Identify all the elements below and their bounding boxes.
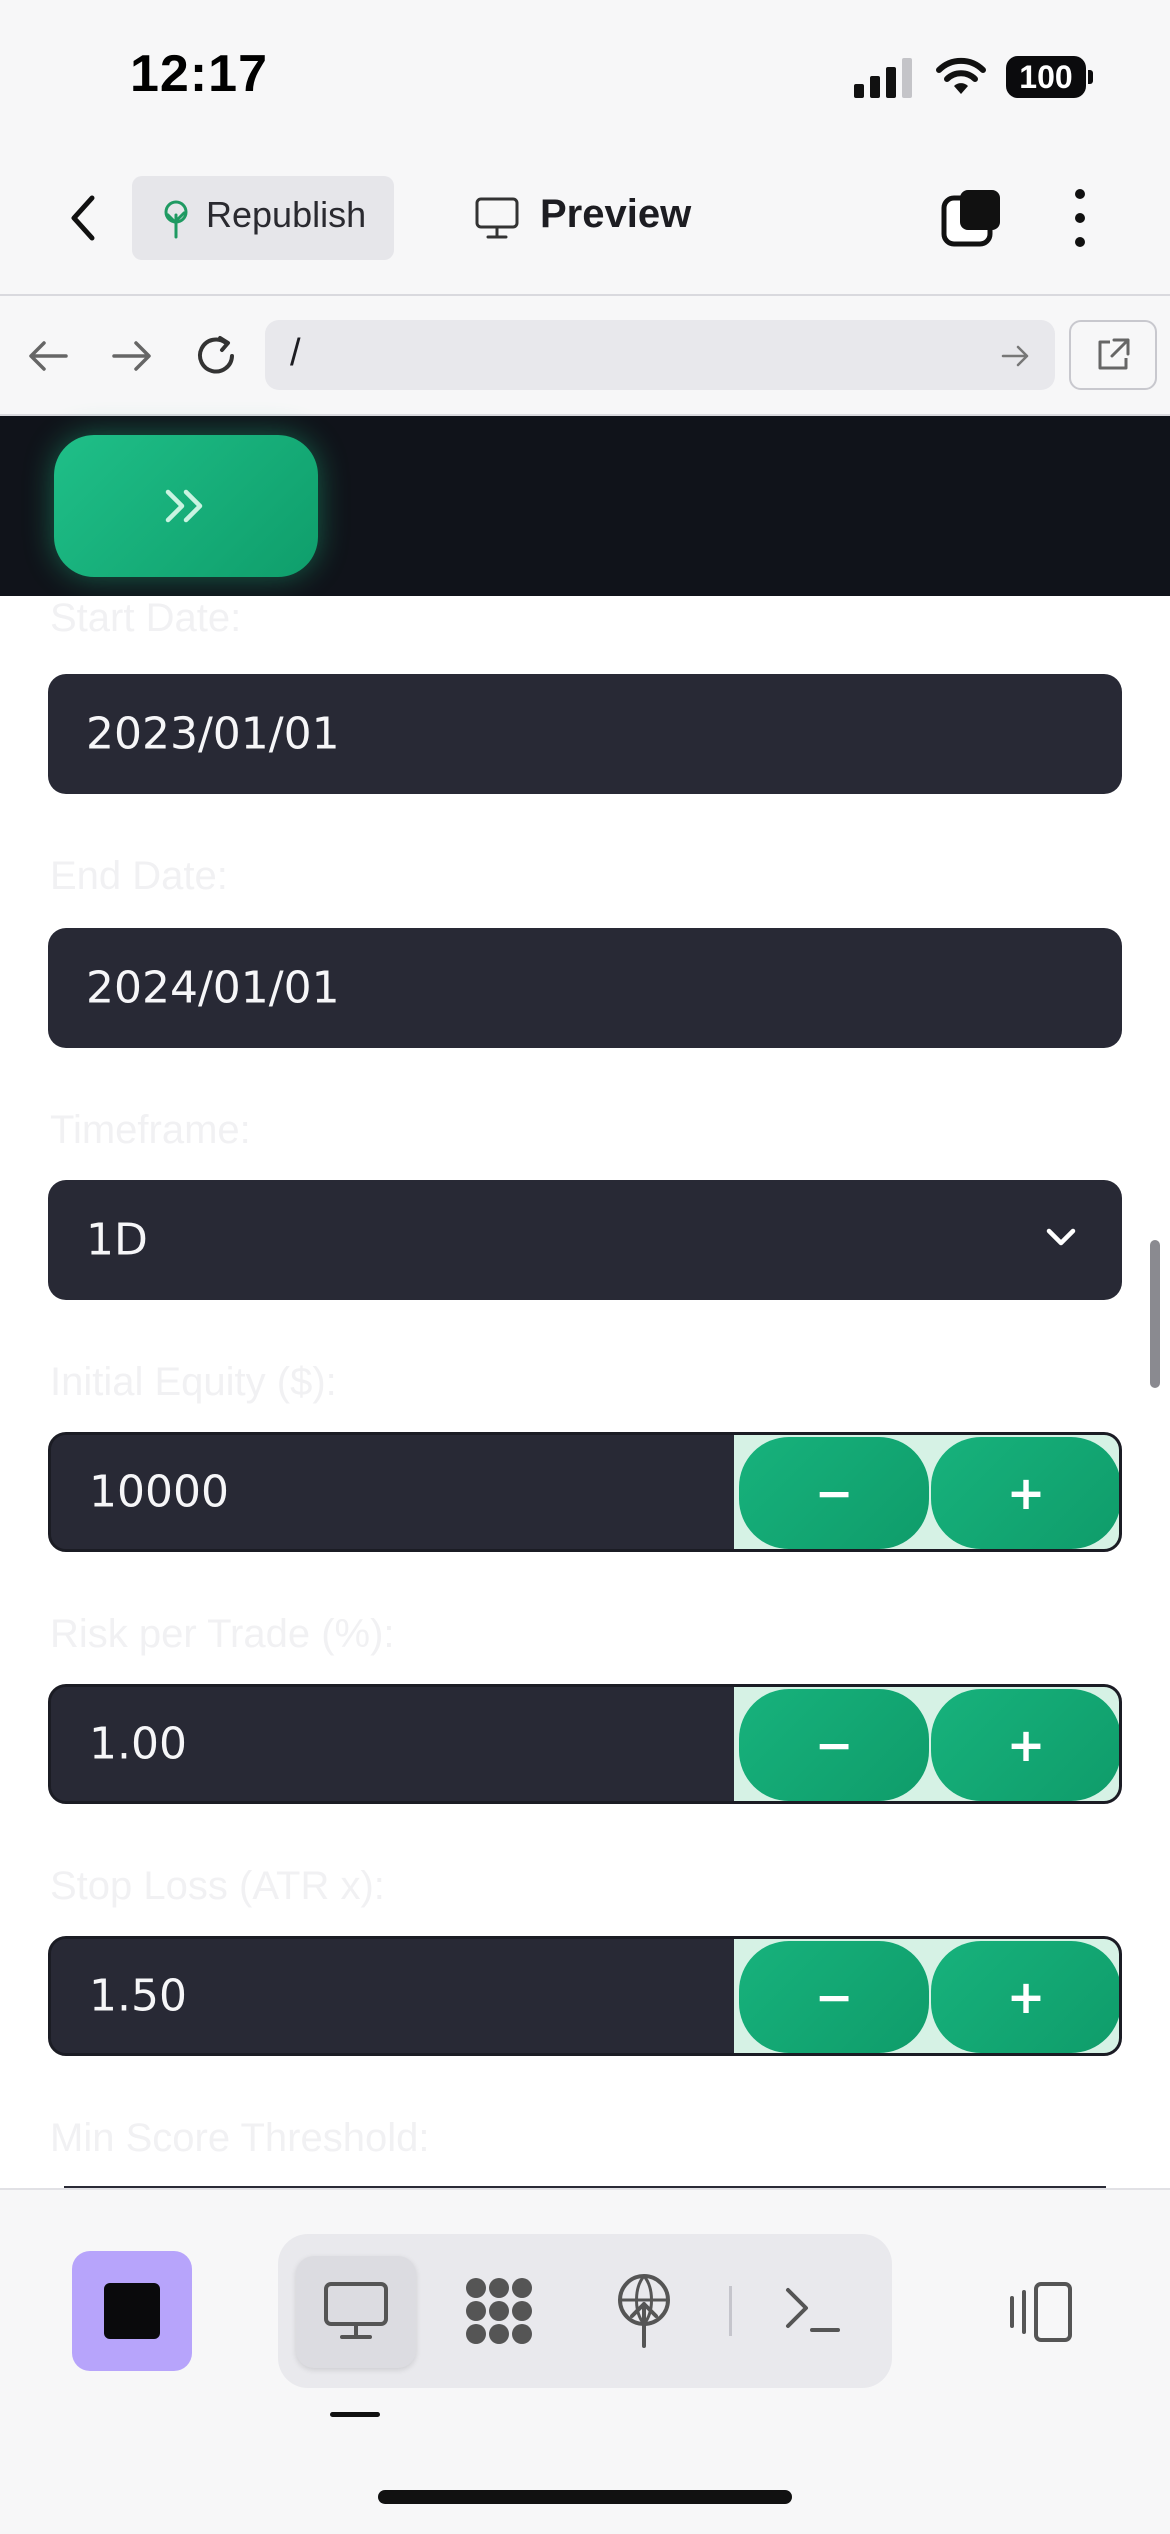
start-date-value: 2023/01/01: [86, 708, 340, 760]
url-text: /: [290, 332, 301, 374]
arrow-right-icon[interactable]: [110, 336, 154, 376]
status-time: 12:17: [130, 45, 268, 103]
terminal-icon[interactable]: [782, 2282, 842, 2336]
battery-icon: 100: [1006, 56, 1086, 98]
timeframe-select[interactable]: 1D: [48, 1180, 1122, 1300]
deploy-icon[interactable]: [610, 2270, 678, 2350]
go-arrow-icon[interactable]: [1000, 340, 1032, 372]
min-score-label: Min Score Threshold:: [50, 2116, 430, 2160]
initial-equity-decrement-button[interactable]: −: [739, 1437, 929, 1549]
stop-loss-field: 1.50 − +: [48, 1936, 1122, 2056]
initial-equity-field: 10000 − +: [48, 1432, 1122, 1552]
stop-icon: [104, 2283, 160, 2339]
risk-per-trade-field: 1.00 − +: [48, 1684, 1122, 1804]
active-tab-indicator: [330, 2412, 380, 2417]
double-chevron-right-icon: [165, 489, 203, 523]
chevron-left-icon[interactable]: [64, 192, 104, 244]
end-date-label: End Date:: [50, 854, 228, 898]
initial-equity-value: 10000: [89, 1466, 229, 1518]
risk-per-trade-input[interactable]: 1.00: [51, 1687, 734, 1801]
arrow-left-icon[interactable]: [26, 336, 70, 376]
end-date-value: 2024/01/01: [86, 962, 340, 1014]
republish-label: Republish: [206, 194, 367, 235]
external-link-icon: [1098, 338, 1130, 370]
start-date-label: Start Date:: [50, 596, 242, 640]
more-vertical-icon[interactable]: [1068, 186, 1092, 250]
wifi-icon: [936, 57, 986, 94]
split-layout-icon[interactable]: [1000, 2280, 1076, 2344]
tree-icon: [164, 200, 188, 239]
preview-tab[interactable]: Preview: [540, 192, 691, 237]
risk-per-trade-decrement-button[interactable]: −: [739, 1689, 929, 1801]
tabs-icon[interactable]: [940, 186, 1004, 250]
settings-form: Start Date: 2023/01/01 End Date: 2024/01…: [0, 596, 1170, 2188]
stop-loss-input[interactable]: 1.50: [51, 1939, 734, 2053]
timeframe-value: 1D: [86, 1214, 148, 1266]
initial-equity-label: Initial Equity ($):: [50, 1360, 337, 1404]
monitor-icon: [475, 197, 519, 239]
risk-per-trade-label: Risk per Trade (%):: [50, 1612, 395, 1656]
chevron-down-icon: [1046, 1228, 1076, 1246]
initial-equity-input[interactable]: 10000: [51, 1435, 734, 1549]
signal-icon: [854, 58, 912, 98]
risk-per-trade-value: 1.00: [89, 1718, 187, 1770]
url-input[interactable]: [265, 320, 1055, 390]
home-indicator: [378, 2490, 792, 2504]
stop-loss-value: 1.50: [89, 1970, 187, 2022]
scrollbar-thumb[interactable]: [1150, 1240, 1160, 1388]
workflow-icon[interactable]: [462, 2274, 536, 2348]
stop-loss-decrement-button[interactable]: −: [739, 1941, 929, 2053]
stop-loss-label: Stop Loss (ATR x):: [50, 1864, 385, 1908]
monitor-icon: [324, 2282, 388, 2339]
battery-level: 100: [1019, 59, 1073, 95]
reload-icon[interactable]: [192, 332, 240, 380]
risk-per-trade-increment-button[interactable]: +: [931, 1689, 1119, 1801]
timeframe-label: Timeframe:: [50, 1108, 251, 1152]
initial-equity-increment-button[interactable]: +: [931, 1437, 1119, 1549]
stop-loss-increment-button[interactable]: +: [931, 1941, 1119, 2053]
start-date-input[interactable]: 2023/01/01: [48, 674, 1122, 794]
end-date-input[interactable]: 2024/01/01: [48, 928, 1122, 1048]
tool-divider: [729, 2286, 732, 2336]
battery-tip: [1088, 70, 1093, 84]
